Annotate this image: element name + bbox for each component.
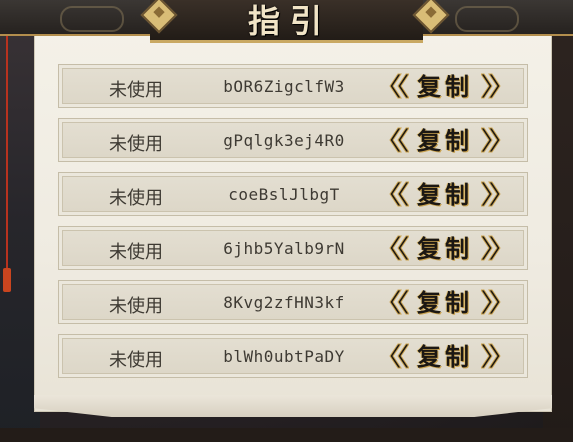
chevron-right-icon	[481, 181, 501, 207]
chevron-left-icon	[389, 235, 409, 261]
copy-button-label: 复制	[417, 180, 473, 209]
chevron-right-icon	[481, 235, 501, 261]
cloud-ornament-left	[60, 6, 124, 32]
chevron-left-icon	[389, 289, 409, 315]
code-row: 未使用 coeBslJlbgT 复制	[58, 172, 528, 216]
copy-button[interactable]: 复制	[387, 178, 503, 212]
panel-title: 指引	[247, 2, 332, 40]
bottom-frame-strip	[0, 428, 573, 442]
chevron-left-icon	[389, 73, 409, 99]
chevron-left-icon	[389, 181, 409, 207]
cloud-ornament-right	[455, 6, 519, 32]
scroll-top-bar: 指引	[0, 0, 573, 43]
redeem-code: 8Kvg2zfHN3kf	[223, 293, 345, 312]
redeem-code: blWh0ubtPaDY	[223, 347, 345, 366]
code-status: 未使用	[109, 242, 163, 263]
code-row: 未使用 6jhb5Yalb9rN 复制	[58, 226, 528, 270]
code-row: 未使用 blWh0ubtPaDY 复制	[58, 334, 528, 378]
code-row: 未使用 gPqlgk3ej4R0 复制	[58, 118, 528, 162]
copy-button[interactable]: 复制	[387, 232, 503, 266]
tassel-tip	[3, 268, 11, 292]
game-screen: 指引 未使用 bOR6ZigclfW3 复制 未使用 gPqlgk3ej4R0 …	[0, 0, 573, 442]
copy-button-label: 复制	[417, 288, 473, 317]
chevron-right-icon	[481, 127, 501, 153]
chevron-right-icon	[481, 73, 501, 99]
tassel-cord	[6, 20, 8, 270]
redeem-code: bOR6ZigclfW3	[223, 77, 345, 96]
red-tassel-decoration	[3, 20, 11, 292]
copy-button[interactable]: 复制	[387, 286, 503, 320]
copy-button-label: 复制	[417, 234, 473, 263]
chevron-left-icon	[389, 343, 409, 369]
copy-button-label: 复制	[417, 72, 473, 101]
redeem-code: gPqlgk3ej4R0	[223, 131, 345, 150]
redeem-code: 6jhb5Yalb9rN	[223, 239, 345, 258]
copy-button-label: 复制	[417, 342, 473, 371]
copy-button[interactable]: 复制	[387, 124, 503, 158]
copy-button[interactable]: 复制	[387, 340, 503, 374]
copy-button-label: 复制	[417, 126, 473, 155]
code-row: 未使用 bOR6ZigclfW3 复制	[58, 64, 528, 108]
code-status: 未使用	[109, 188, 163, 209]
chevron-right-icon	[481, 289, 501, 315]
redeem-code: coeBslJlbgT	[228, 185, 340, 204]
copy-button[interactable]: 复制	[387, 70, 503, 104]
code-status: 未使用	[109, 134, 163, 155]
code-status: 未使用	[109, 296, 163, 317]
code-status: 未使用	[109, 350, 163, 371]
chevron-right-icon	[481, 343, 501, 369]
code-row: 未使用 8Kvg2zfHN3kf 复制	[58, 280, 528, 324]
code-list: 未使用 bOR6ZigclfW3 复制 未使用 gPqlgk3ej4R0 复制 …	[58, 64, 530, 388]
code-status: 未使用	[109, 80, 163, 101]
chevron-left-icon	[389, 127, 409, 153]
scroll-paper-curl	[34, 395, 552, 417]
